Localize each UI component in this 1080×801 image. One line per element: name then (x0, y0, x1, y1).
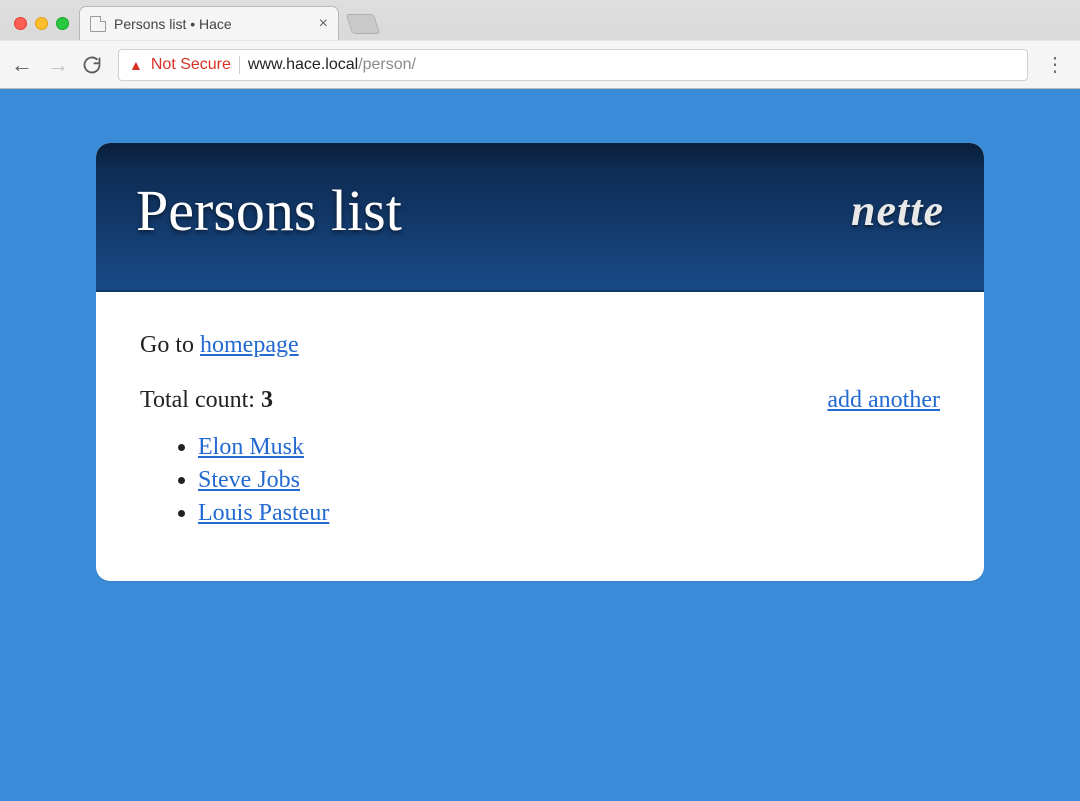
goto-prefix: Go to (140, 332, 200, 358)
total-count-value: 3 (261, 387, 273, 413)
window-controls (8, 17, 79, 40)
card-header: Persons list nette (96, 143, 984, 292)
total-count: Total count: 3 (140, 387, 273, 414)
browser-menu-button[interactable]: ⋮ (1040, 52, 1070, 77)
tab-title: Persons list • Hace (114, 16, 232, 32)
count-row: Total count: 3 add another (140, 387, 940, 414)
zoom-window-button[interactable] (56, 17, 69, 30)
new-tab-button[interactable] (346, 14, 380, 34)
homepage-link[interactable]: homepage (200, 332, 299, 358)
browser-toolbar: ← → ▲ Not Secure www.hace.local/person/ … (0, 40, 1080, 88)
page-icon (90, 16, 106, 32)
tab-close-button[interactable]: × (319, 15, 328, 33)
content-card: Persons list nette Go to homepage Total … (96, 143, 984, 581)
address-bar[interactable]: ▲ Not Secure www.hace.local/person/ (118, 49, 1028, 81)
not-secure-icon: ▲ (129, 57, 143, 73)
nette-logo: nette (851, 185, 944, 236)
person-link[interactable]: Elon Musk (198, 434, 304, 460)
reload-button[interactable] (82, 55, 106, 75)
tab-bar: Persons list • Hace × (0, 0, 1080, 40)
page-title: Persons list (136, 177, 402, 244)
person-link[interactable]: Steve Jobs (198, 467, 300, 493)
persons-list: Elon Musk Steve Jobs Louis Pasteur (198, 434, 940, 527)
total-count-label: Total count: (140, 387, 261, 413)
add-another-link[interactable]: add another (827, 387, 940, 414)
person-link[interactable]: Louis Pasteur (198, 500, 329, 526)
browser-tab[interactable]: Persons list • Hace × (79, 6, 339, 40)
goto-line: Go to homepage (140, 332, 940, 359)
not-secure-label: Not Secure (151, 56, 231, 74)
close-window-button[interactable] (14, 17, 27, 30)
list-item: Louis Pasteur (198, 500, 940, 527)
browser-chrome: Persons list • Hace × ← → ▲ Not Secure w… (0, 0, 1080, 89)
separator (239, 56, 240, 74)
list-item: Elon Musk (198, 434, 940, 461)
minimize-window-button[interactable] (35, 17, 48, 30)
card-body: Go to homepage Total count: 3 add anothe… (96, 292, 984, 581)
list-item: Steve Jobs (198, 467, 940, 494)
back-button[interactable]: ← (10, 52, 34, 78)
forward-button[interactable]: → (46, 52, 70, 78)
url-path: /person/ (358, 56, 416, 73)
page-viewport: Persons list nette Go to homepage Total … (0, 89, 1080, 801)
url-host: www.hace.local (248, 56, 358, 73)
